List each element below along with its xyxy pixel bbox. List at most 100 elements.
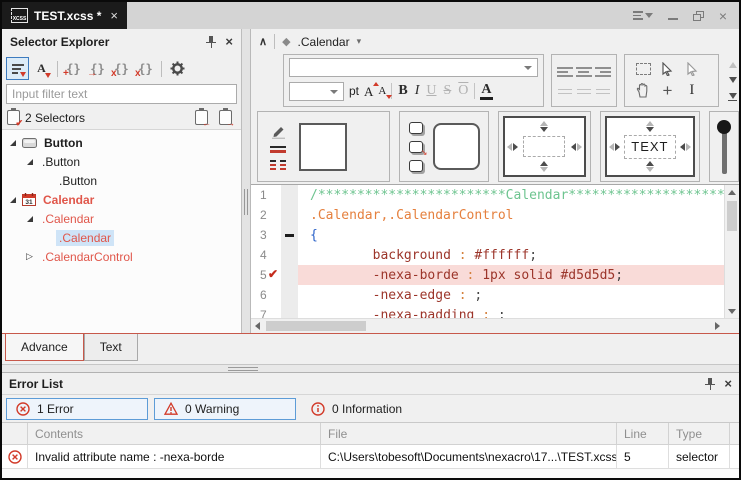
horizontal-scrollbar[interactable] bbox=[251, 318, 739, 333]
font-family-combo[interactable] bbox=[289, 58, 538, 77]
radius-option-arrow-icon[interactable]: ↘ bbox=[409, 141, 423, 153]
cursor-arrow-icon[interactable] bbox=[661, 62, 673, 76]
valign-middle-icon[interactable] bbox=[577, 89, 591, 95]
delete-selector-button[interactable]: {}x bbox=[110, 57, 133, 80]
border-preview-box[interactable] bbox=[299, 123, 347, 171]
pin-icon[interactable] bbox=[205, 36, 217, 48]
error-row[interactable]: Invalid attribute name : -nexa-bordeC:\U… bbox=[2, 445, 739, 469]
strikethrough-button[interactable]: S bbox=[443, 84, 453, 98]
spin-expand-icon[interactable] bbox=[728, 93, 737, 102]
code-text[interactable]: { bbox=[298, 225, 724, 245]
increase-font-button[interactable]: A bbox=[364, 85, 373, 98]
hand-tool-icon[interactable] bbox=[636, 83, 650, 98]
minimize-icon[interactable] bbox=[668, 18, 678, 20]
tree-item-calendar[interactable]: .Calendar bbox=[2, 209, 241, 228]
header-line[interactable]: Line bbox=[617, 423, 669, 444]
settings-button[interactable] bbox=[166, 57, 189, 80]
filter-input[interactable] bbox=[6, 84, 237, 104]
clipboard-in-icon[interactable]: ← bbox=[195, 110, 208, 125]
slider-track[interactable] bbox=[722, 128, 727, 174]
collapsed-arrow-icon[interactable]: ▷ bbox=[24, 252, 35, 261]
tree-item-button[interactable]: Button bbox=[2, 133, 241, 152]
vertical-scrollbar[interactable] bbox=[724, 185, 739, 318]
line-style-icon[interactable] bbox=[270, 146, 286, 153]
clipboard-out-icon[interactable]: → bbox=[219, 110, 232, 125]
code-line-1[interactable]: 1/************************Calendar******… bbox=[251, 185, 724, 205]
code-text[interactable]: background : #ffffff; bbox=[298, 245, 724, 265]
slider-knob[interactable] bbox=[717, 120, 731, 134]
dashed-line-style-icon[interactable] bbox=[270, 160, 286, 170]
header-file[interactable]: File bbox=[321, 423, 617, 444]
tree-item-button[interactable]: .Button bbox=[2, 152, 241, 171]
font-size-combo[interactable] bbox=[289, 82, 344, 101]
code-line-7[interactable]: 7 -nexa-padding : ; bbox=[251, 305, 724, 318]
selector-dropdown-icon[interactable]: ▾ bbox=[357, 36, 362, 47]
overline-button[interactable]: O bbox=[457, 84, 469, 98]
add-selector-button[interactable]: {}+ bbox=[62, 57, 85, 80]
header-contents[interactable]: Contents bbox=[28, 423, 321, 444]
radius-option-small-icon[interactable] bbox=[409, 160, 423, 172]
window-close-icon[interactable]: × bbox=[719, 9, 727, 23]
vertical-scroll-thumb[interactable] bbox=[727, 201, 737, 231]
code-line-6[interactable]: 6 -nexa-edge : ; bbox=[251, 285, 724, 305]
horizontal-splitter[interactable] bbox=[2, 364, 739, 373]
sort-order-button[interactable] bbox=[6, 57, 29, 80]
restore-icon[interactable] bbox=[693, 11, 704, 21]
font-color-button[interactable]: A bbox=[480, 83, 492, 100]
scroll-left-icon[interactable] bbox=[255, 322, 260, 330]
decrease-font-button[interactable]: A bbox=[378, 86, 386, 97]
pencil-icon[interactable] bbox=[270, 124, 287, 139]
fold-collapse-icon[interactable] bbox=[285, 234, 294, 237]
tree-item-button[interactable]: .Button bbox=[2, 171, 241, 190]
vertical-splitter[interactable] bbox=[242, 29, 251, 333]
document-tab[interactable]: XCSS TEST.xcss * × bbox=[2, 2, 127, 29]
insert-selector-button[interactable]: {}→ bbox=[86, 57, 109, 80]
expanded-arrow-icon[interactable] bbox=[24, 159, 35, 165]
code-text[interactable]: -nexa-padding : ; bbox=[298, 305, 724, 318]
tab-advance[interactable]: Advance bbox=[5, 334, 84, 361]
expanded-arrow-icon[interactable] bbox=[7, 197, 18, 203]
italic-button[interactable]: I bbox=[414, 84, 421, 98]
window-menu-icon[interactable] bbox=[633, 11, 653, 20]
error-filter-button[interactable]: 1 Error bbox=[6, 398, 148, 420]
header-type[interactable]: Type bbox=[669, 423, 730, 444]
panel-close-icon[interactable]: × bbox=[724, 377, 732, 390]
spin-down-icon[interactable] bbox=[729, 77, 737, 83]
horizontal-scroll-thumb[interactable] bbox=[266, 321, 366, 331]
pin-icon[interactable] bbox=[704, 378, 716, 390]
valign-top-icon[interactable] bbox=[558, 89, 572, 95]
text-align-preview-box[interactable]: TEXT bbox=[605, 116, 696, 177]
tree-item-calendarcontrol[interactable]: ▷.CalendarControl bbox=[2, 247, 241, 266]
code-line-4[interactable]: 4 background : #ffffff; bbox=[251, 245, 724, 265]
code-line-2[interactable]: 2.Calendar,.CalendarControl bbox=[251, 205, 724, 225]
panel-close-icon[interactable]: × bbox=[225, 35, 233, 48]
align-left-icon[interactable] bbox=[557, 67, 573, 77]
collapse-toolbar-icon[interactable]: ∧ bbox=[259, 35, 267, 48]
scroll-down-icon[interactable] bbox=[728, 309, 736, 314]
code-text[interactable]: -nexa-edge : ; bbox=[298, 285, 724, 305]
expanded-arrow-icon[interactable] bbox=[7, 140, 18, 146]
warning-filter-button[interactable]: 0 Warning bbox=[154, 398, 296, 420]
align-center-icon[interactable] bbox=[576, 67, 592, 77]
marquee-select-icon[interactable] bbox=[636, 63, 651, 75]
radius-option-icon[interactable] bbox=[409, 122, 423, 134]
tab-text[interactable]: Text bbox=[84, 334, 138, 361]
delete-all-selectors-button[interactable]: {}x bbox=[134, 57, 157, 80]
tree-item-calendar[interactable]: 31Calendar bbox=[2, 190, 241, 209]
code-text[interactable]: .Calendar,.CalendarControl bbox=[298, 205, 724, 225]
underline-button[interactable]: U bbox=[425, 84, 437, 98]
scroll-up-icon[interactable] bbox=[728, 190, 736, 195]
bold-button[interactable]: B bbox=[397, 84, 408, 98]
code-lines[interactable]: 1/************************Calendar******… bbox=[251, 185, 724, 318]
cursor-arrow-alt-icon[interactable] bbox=[686, 62, 698, 76]
tree-item-calendar[interactable]: .Calendar bbox=[2, 228, 241, 247]
text-cursor-icon[interactable]: I bbox=[689, 83, 694, 98]
code-line-3[interactable]: 3{ bbox=[251, 225, 724, 245]
scroll-right-icon[interactable] bbox=[715, 322, 720, 330]
radius-preview-box[interactable] bbox=[433, 123, 480, 170]
code-text[interactable]: -nexa-borde : 1px solid #d5d5d5; bbox=[298, 265, 724, 285]
valign-bottom-icon[interactable] bbox=[596, 89, 610, 95]
information-filter-button[interactable]: 0 Information bbox=[302, 398, 411, 420]
expanded-arrow-icon[interactable] bbox=[24, 216, 35, 222]
add-point-icon[interactable]: + bbox=[663, 82, 673, 99]
